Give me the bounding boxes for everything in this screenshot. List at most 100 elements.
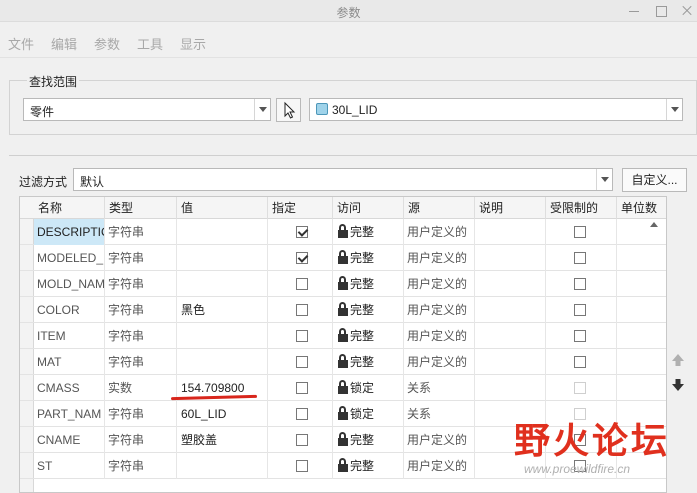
param-description-cell[interactable]: [475, 375, 546, 401]
param-value-cell[interactable]: [177, 323, 268, 349]
designate-checkbox[interactable]: [296, 304, 308, 316]
param-designate-cell[interactable]: [268, 375, 333, 401]
param-restricted-cell[interactable]: [546, 375, 617, 401]
restricted-checkbox[interactable]: [574, 226, 586, 238]
col-header-description[interactable]: 说明: [475, 197, 546, 219]
table-row[interactable]: MOLD_NAM 字符串 完整 用户定义的: [20, 271, 666, 297]
param-name-cell[interactable]: MOLD_NAM: [34, 271, 105, 297]
param-value-cell[interactable]: 黑色: [177, 297, 268, 323]
param-value-cell[interactable]: 塑胶盖: [177, 427, 268, 453]
col-header-restricted[interactable]: 受限制的: [546, 197, 617, 219]
param-restricted-cell[interactable]: [546, 245, 617, 271]
param-type-cell[interactable]: 字符串: [105, 427, 177, 453]
param-unit-cell[interactable]: [617, 349, 666, 375]
param-access-cell[interactable]: 锁定: [333, 401, 404, 427]
move-down-icon[interactable]: [671, 378, 685, 392]
param-designate-cell[interactable]: [268, 245, 333, 271]
param-name-cell[interactable]: MODELED_: [34, 245, 105, 271]
menu-tools[interactable]: 工具: [137, 34, 163, 53]
param-value-cell[interactable]: [177, 453, 268, 479]
menu-edit[interactable]: 编辑: [51, 34, 77, 53]
param-designate-cell[interactable]: [268, 453, 333, 479]
menu-display[interactable]: 显示: [180, 34, 206, 53]
param-name-cell[interactable]: CNAME: [34, 427, 105, 453]
col-header-type[interactable]: 类型: [105, 197, 177, 219]
designate-checkbox[interactable]: [296, 356, 308, 368]
designate-checkbox[interactable]: [296, 460, 308, 472]
col-header-name[interactable]: 名称: [34, 197, 105, 219]
param-access-cell[interactable]: 完整: [333, 271, 404, 297]
param-access-cell[interactable]: 完整: [333, 219, 404, 245]
param-name-cell[interactable]: ST: [34, 453, 105, 479]
chevron-down-icon[interactable]: [596, 169, 612, 190]
close-icon[interactable]: [681, 5, 693, 17]
param-source-cell[interactable]: 用户定义的: [404, 245, 475, 271]
param-description-cell[interactable]: [475, 245, 546, 271]
param-description-cell[interactable]: [475, 297, 546, 323]
model-dropdown[interactable]: 30L_LID: [309, 98, 683, 121]
maximize-icon[interactable]: [655, 5, 667, 17]
designate-checkbox[interactable]: [296, 226, 308, 238]
param-unit-cell[interactable]: [617, 245, 666, 271]
restricted-checkbox[interactable]: [574, 278, 586, 290]
param-type-cell[interactable]: 字符串: [105, 323, 177, 349]
param-source-cell[interactable]: 用户定义的: [404, 427, 475, 453]
param-access-cell[interactable]: 完整: [333, 323, 404, 349]
param-name-cell[interactable]: MAT: [34, 349, 105, 375]
param-designate-cell[interactable]: [268, 271, 333, 297]
param-designate-cell[interactable]: [268, 297, 333, 323]
param-access-cell[interactable]: 完整: [333, 427, 404, 453]
table-row[interactable]: COLOR 字符串 黑色 完整 用户定义的: [20, 297, 666, 323]
col-header-source[interactable]: 源: [404, 197, 475, 219]
restricted-checkbox[interactable]: [574, 304, 586, 316]
param-value-cell[interactable]: [177, 219, 268, 245]
designate-checkbox[interactable]: [296, 278, 308, 290]
param-name-cell[interactable]: DESCRIPTIO: [34, 219, 105, 245]
param-restricted-cell[interactable]: [546, 323, 617, 349]
pick-model-button[interactable]: [276, 98, 301, 122]
param-type-cell[interactable]: 字符串: [105, 453, 177, 479]
param-designate-cell[interactable]: [268, 401, 333, 427]
restricted-checkbox[interactable]: [574, 356, 586, 368]
chevron-down-icon[interactable]: [666, 99, 682, 120]
param-description-cell[interactable]: [475, 349, 546, 375]
param-type-cell[interactable]: 字符串: [105, 271, 177, 297]
param-source-cell[interactable]: 关系: [404, 401, 475, 427]
scroll-up-icon[interactable]: [650, 222, 658, 227]
param-name-cell[interactable]: ITEM: [34, 323, 105, 349]
param-type-cell[interactable]: 字符串: [105, 219, 177, 245]
minimize-icon[interactable]: [628, 5, 640, 17]
param-name-cell[interactable]: PART_NAM: [34, 401, 105, 427]
col-header-value[interactable]: 值: [177, 197, 268, 219]
designate-checkbox[interactable]: [296, 382, 308, 394]
param-value-cell[interactable]: [177, 349, 268, 375]
param-name-cell[interactable]: CMASS: [34, 375, 105, 401]
param-designate-cell[interactable]: [268, 349, 333, 375]
restricted-checkbox[interactable]: [574, 252, 586, 264]
table-row[interactable]: MODELED_ 字符串 完整 用户定义的: [20, 245, 666, 271]
param-unit-cell[interactable]: [617, 219, 666, 245]
move-up-icon[interactable]: [671, 353, 685, 367]
param-source-cell[interactable]: 用户定义的: [404, 297, 475, 323]
param-access-cell[interactable]: 完整: [333, 349, 404, 375]
param-designate-cell[interactable]: [268, 219, 333, 245]
param-description-cell[interactable]: [475, 219, 546, 245]
col-header-access[interactable]: 访问: [333, 197, 404, 219]
param-value-cell[interactable]: 60L_LID: [177, 401, 268, 427]
designate-checkbox[interactable]: [296, 408, 308, 420]
param-restricted-cell[interactable]: [546, 349, 617, 375]
param-access-cell[interactable]: 完整: [333, 297, 404, 323]
menu-parameters[interactable]: 参数: [94, 34, 120, 53]
param-source-cell[interactable]: 用户定义的: [404, 271, 475, 297]
param-access-cell[interactable]: 锁定: [333, 375, 404, 401]
param-type-cell[interactable]: 字符串: [105, 349, 177, 375]
param-unit-cell[interactable]: [617, 271, 666, 297]
param-unit-cell[interactable]: [617, 375, 666, 401]
designate-checkbox[interactable]: [296, 330, 308, 342]
param-description-cell[interactable]: [475, 323, 546, 349]
param-value-cell[interactable]: [177, 245, 268, 271]
param-access-cell[interactable]: 完整: [333, 245, 404, 271]
table-row[interactable]: CMASS 实数 154.709800 锁定 关系: [20, 375, 666, 401]
param-value-cell[interactable]: [177, 271, 268, 297]
param-source-cell[interactable]: 用户定义的: [404, 323, 475, 349]
